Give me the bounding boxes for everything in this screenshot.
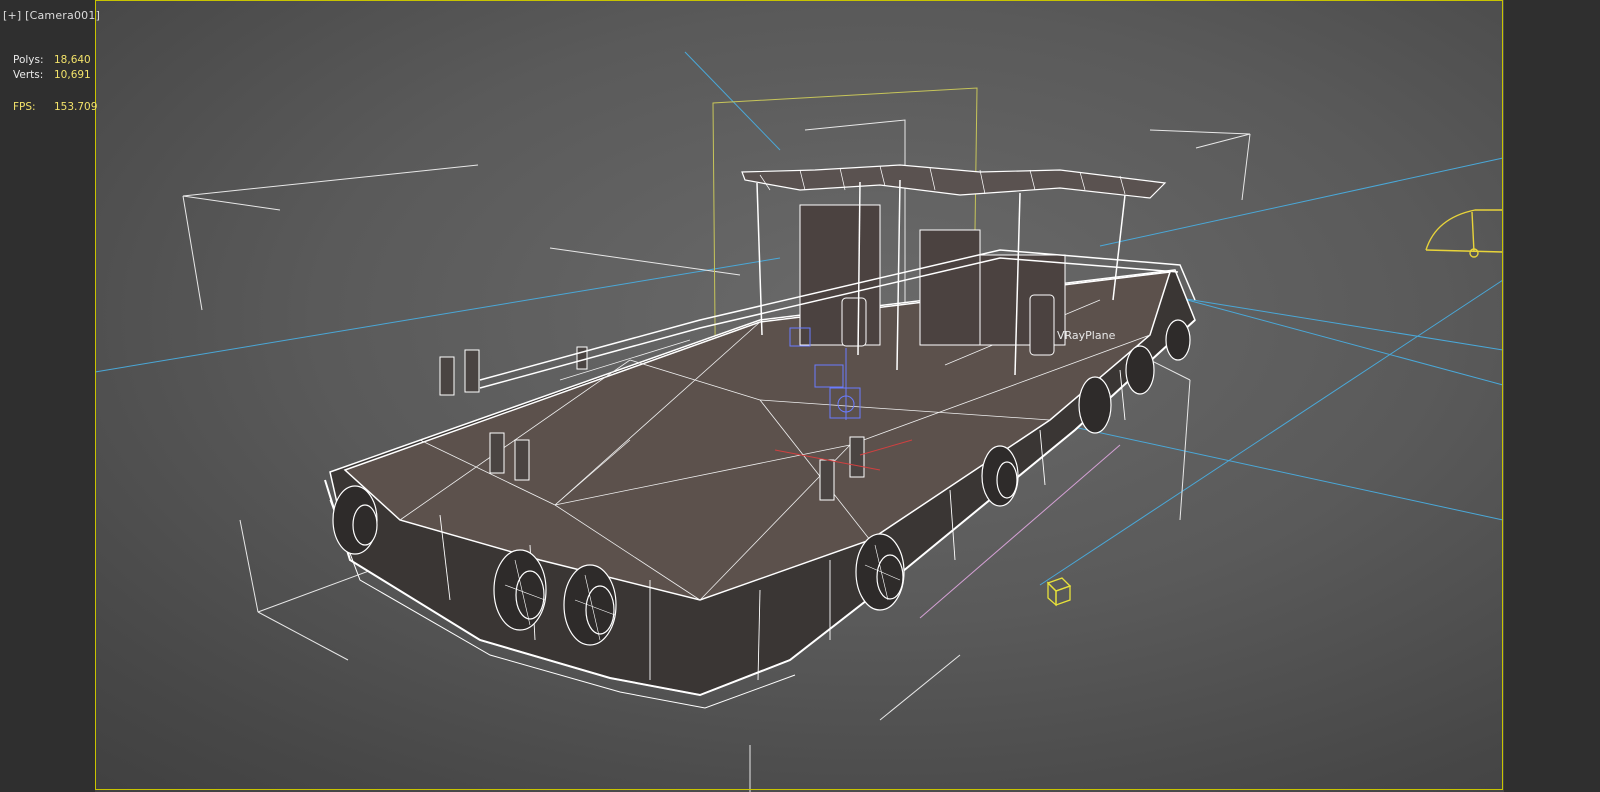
fps-row: FPS: 153.709 [13,100,97,115]
viewport-statistics: Polys: 18,640 Verts: 10,691 FPS: 153.709 [13,53,97,115]
viewport-label: [+] [Camera001] [3,9,100,22]
viewport-right-letterbox [1504,0,1600,792]
viewport-left-letterbox [0,0,95,792]
viewport-menu-button[interactable]: [+] [3,9,21,22]
viewport-camera-button[interactable]: [Camera001] [25,9,100,22]
polys-label: Polys: [13,54,44,66]
verts-value: 10,691 [54,69,91,81]
polys-row: Polys: 18,640 [13,53,97,68]
safe-frame [95,0,1503,790]
verts-row: Verts: 10,691 [13,68,97,83]
fps-value: 153.709 [54,101,98,113]
fps-label: FPS: [13,101,36,113]
polys-value: 18,640 [54,54,91,66]
viewport-camera001[interactable]: z x y VRayPlane [+] [Camera001] Polys: 1… [0,0,1600,792]
verts-label: Verts: [13,69,44,81]
